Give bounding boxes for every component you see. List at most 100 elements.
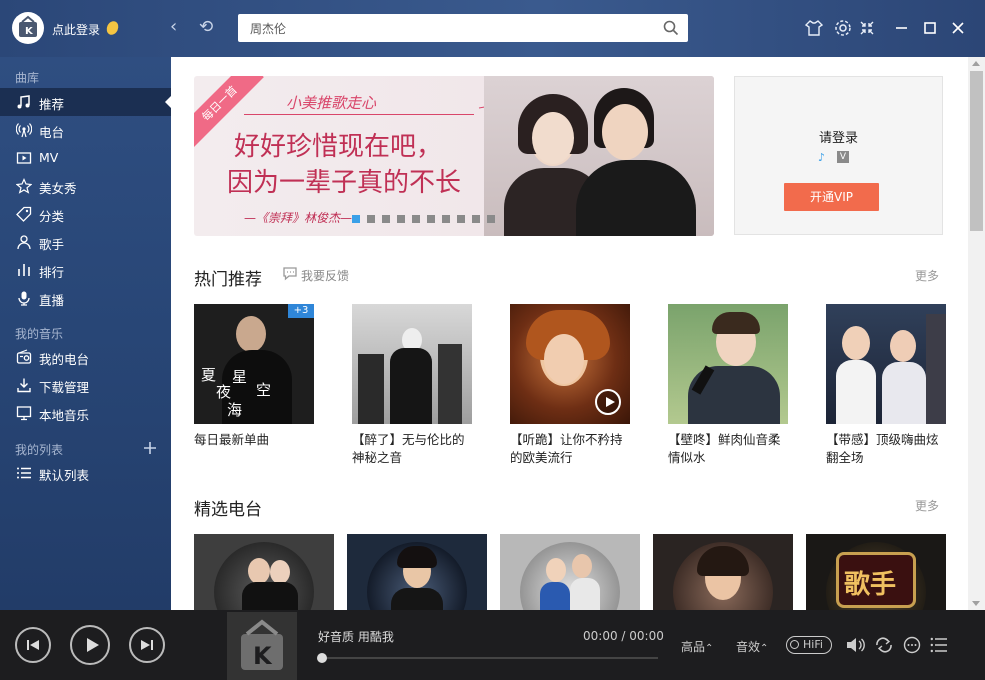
playlist-card[interactable]: 【听跪】让你不矜持的欧美流行 [510, 304, 630, 467]
banner-dot[interactable] [442, 215, 450, 223]
banner-dot[interactable] [412, 215, 420, 223]
hifi-toggle[interactable]: HiFi [786, 636, 832, 654]
sidebar-item-label: 下载管理 [39, 380, 90, 395]
playlist-cover: +3 夏 星 空 夜 海 [194, 304, 314, 424]
banner-source: —《崇拜》林俊杰— [244, 211, 353, 225]
main-scrollbar[interactable] [968, 57, 985, 610]
sidebar-item-radio[interactable]: 电台 [0, 116, 171, 144]
playlist-icon[interactable] [930, 636, 948, 654]
tag-icon [16, 206, 32, 222]
search-icon[interactable] [663, 20, 679, 36]
banner-dot[interactable] [397, 215, 405, 223]
hot-more-link[interactable]: 更多 [915, 267, 939, 284]
volume-icon[interactable] [845, 636, 865, 654]
search-input[interactable]: 周杰伦 [238, 14, 688, 42]
cover-text: 星 [232, 368, 248, 386]
radio-station-card[interactable] [347, 534, 487, 610]
login-link[interactable]: 点此登录 [52, 21, 100, 38]
sidebar-item-category[interactable]: 分类 [0, 200, 171, 228]
microphone-icon [18, 291, 30, 306]
banner-headline-1: 好好珍惜现在吧， [234, 132, 443, 162]
previous-button[interactable] [15, 627, 51, 663]
playlist-title[interactable]: 【带感】顶级嗨曲炫翻全场 [826, 431, 946, 467]
settings-icon[interactable] [833, 18, 853, 38]
banner-headline-2: 因为一辈子真的不长 [227, 168, 462, 198]
effect-label: 音效 [736, 640, 761, 654]
playlist-title[interactable]: 【壁咚】鲜肉仙音柔情似水 [668, 431, 788, 467]
playlist-card[interactable]: 【醉了】无与伦比的神秘之音 [352, 304, 472, 467]
playlist-title[interactable]: 每日最新单曲 [194, 431, 314, 449]
feedback-icon [283, 267, 297, 281]
sidebar-item-default-list[interactable]: 默认列表 [0, 459, 171, 487]
sidebar-item-chart[interactable]: 排行 [0, 256, 171, 284]
playlist-cover [826, 304, 946, 424]
play-button[interactable] [70, 625, 110, 665]
repeat-icon[interactable] [874, 636, 894, 654]
sidebar-item-label: 本地音乐 [39, 408, 90, 423]
track-title: 好音质 用酷我 [318, 630, 394, 644]
radio-station-card[interactable] [500, 534, 640, 610]
play-video-icon[interactable] [595, 389, 621, 415]
playlist-card[interactable]: +3 夏 星 空 夜 海 每日最新单曲 [194, 304, 314, 449]
my-music-section-title: 我的音乐 [15, 327, 64, 341]
mini-mode-icon[interactable] [857, 18, 877, 38]
close-icon[interactable] [948, 18, 968, 38]
sidebar-item-live[interactable]: 直播 [0, 284, 171, 312]
cover-text: 海 [227, 401, 243, 419]
radio-station-card[interactable] [653, 534, 793, 610]
player-bar: K 好音质 用酷我 00:00 / 00:00 高品⌃ 音效⌃ HiFi [0, 610, 985, 680]
back-icon[interactable]: ‹ [170, 17, 177, 37]
banner-dot[interactable] [427, 215, 435, 223]
banner-dot[interactable] [367, 215, 375, 223]
banner-slideshow[interactable]: 每日一首 小美推歌走心 好好珍惜现在吧， 因为一辈子真的不长 —《崇拜》林俊杰— [194, 76, 714, 236]
radio-section-title: 精选电台 [194, 500, 262, 520]
progress-knob[interactable] [317, 653, 327, 663]
open-vip-button[interactable]: 开通VIP [784, 183, 879, 211]
quality-selector[interactable]: 高品⌃ [681, 638, 713, 655]
playlist-title[interactable]: 【听跪】让你不矜持的欧美流行 [510, 431, 630, 467]
sidebar-item-my-radio[interactable]: 我的电台 [0, 343, 171, 371]
more-options-icon[interactable] [902, 636, 922, 654]
scroll-up-icon[interactable] [972, 61, 980, 66]
sidebar-item-recommend[interactable]: 推荐 [0, 88, 171, 116]
hot-section-title: 热门推荐 [194, 270, 262, 290]
playlist-title[interactable]: 【醉了】无与伦比的神秘之音 [352, 431, 472, 467]
sidebar-item-beauty-show[interactable]: 美女秀 [0, 172, 171, 200]
sidebar: 曲库 推荐 电台 MV 美女秀 分类 歌手 排行 直播 我的音乐 我的电台 下载… [0, 57, 171, 610]
sidebar-item-local-music[interactable]: 本地音乐 [0, 399, 171, 427]
playlist-card[interactable]: 【带感】顶级嗨曲炫翻全场 [826, 304, 946, 467]
next-icon [141, 640, 153, 650]
banner-dot[interactable] [382, 215, 390, 223]
skin-icon[interactable] [804, 18, 824, 38]
user-avatar[interactable]: K [12, 12, 44, 44]
minimize-icon[interactable] [892, 18, 912, 38]
feedback-link[interactable]: 我要反馈 [301, 267, 349, 284]
cover-text: 空 [256, 381, 272, 399]
radio-station-card[interactable] [194, 534, 334, 610]
next-button[interactable] [129, 627, 165, 663]
scroll-down-icon[interactable] [972, 601, 980, 606]
radio-station-card[interactable]: 歌手 [806, 534, 946, 610]
maximize-icon[interactable] [920, 18, 940, 38]
sound-effect-selector[interactable]: 音效⌃ [736, 638, 768, 655]
refresh-icon[interactable]: ⟲ [199, 17, 213, 37]
banner-dot[interactable] [457, 215, 465, 223]
banner-dot[interactable] [472, 215, 480, 223]
banner-dot[interactable] [352, 215, 360, 223]
sidebar-item-label: 直播 [39, 293, 65, 308]
coin-icon [104, 19, 121, 37]
radio-more-link[interactable]: 更多 [915, 497, 939, 514]
music-vip-icon: ♪ [818, 151, 826, 164]
sidebar-item-singer[interactable]: 歌手 [0, 228, 171, 256]
scroll-thumb[interactable] [970, 71, 983, 231]
progress-track[interactable] [322, 657, 658, 659]
album-art[interactable]: K [227, 612, 297, 680]
playlist-card[interactable]: 【壁咚】鲜肉仙音柔情似水 [668, 304, 788, 467]
sidebar-item-mv[interactable]: MV [0, 144, 171, 172]
sidebar-item-downloads[interactable]: 下载管理 [0, 371, 171, 399]
download-icon [17, 378, 31, 393]
previous-icon [27, 640, 39, 650]
add-list-icon[interactable] [143, 441, 157, 455]
banner-dot[interactable] [487, 215, 495, 223]
sidebar-item-label: 推荐 [39, 97, 65, 112]
